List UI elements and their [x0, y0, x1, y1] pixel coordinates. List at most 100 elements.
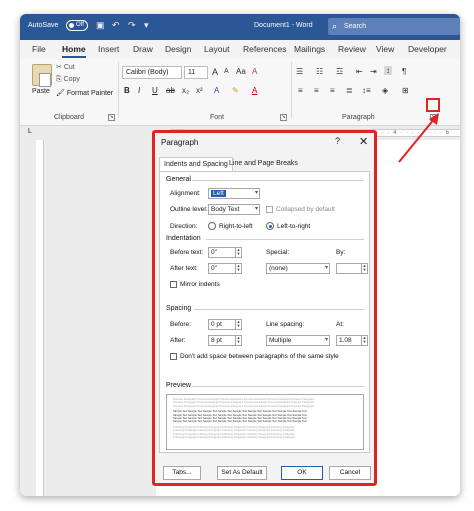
show-formatting-marks-icon[interactable]: ¶ — [402, 67, 406, 76]
customize-quick-access-icon[interactable]: ▾ — [144, 20, 149, 31]
right-to-left-radio[interactable] — [208, 222, 216, 230]
before-text-spinner[interactable]: 0" ▲ ▼ — [208, 247, 242, 258]
font-launcher-icon[interactable]: ↘ — [280, 114, 287, 121]
tab-selector-icon[interactable]: L — [28, 128, 32, 135]
indentation-heading: Indentation — [166, 235, 201, 242]
save-icon[interactable]: ▣ — [96, 20, 105, 31]
tab-home[interactable]: Home — [62, 44, 86, 58]
shrink-font-icon[interactable]: A — [224, 68, 229, 75]
subscript-icon[interactable]: x₂ — [182, 86, 189, 95]
paste-icon[interactable] — [32, 64, 52, 87]
before-text-label: Before text: — [170, 249, 204, 256]
font-color-icon[interactable]: A — [252, 86, 257, 95]
clear-formatting-icon[interactable]: A — [252, 67, 257, 76]
increase-indent-icon[interactable]: ⇥ — [370, 67, 377, 76]
spinner-arrows-icon[interactable]: ▲ ▼ — [235, 320, 241, 329]
format-painter-button[interactable]: 🖌 Format Painter — [56, 89, 113, 97]
tab-line-and-page-breaks[interactable]: Line and Page Breaks — [225, 157, 302, 171]
alignment-select[interactable]: Left ▾ — [208, 188, 260, 199]
chevron-down-icon: ▾ — [324, 337, 328, 343]
copy-button[interactable]: ⎘ Copy — [56, 76, 80, 84]
justify-icon[interactable]: ≣ — [346, 86, 353, 95]
after-text-spinner[interactable]: 0" ▲ ▼ — [208, 263, 242, 274]
chevron-down-icon: ▾ — [254, 206, 258, 212]
redo-icon[interactable]: ↷ — [128, 20, 136, 31]
align-right-icon[interactable]: ≡ — [330, 86, 335, 95]
tab-indents-and-spacing[interactable]: Indents and Spacing — [159, 157, 233, 171]
font-size-select[interactable]: 11 — [184, 66, 208, 79]
tab-design[interactable]: Design — [165, 44, 191, 54]
undo-icon[interactable]: ↶ — [112, 20, 120, 31]
set-as-default-button[interactable]: Set As Default — [217, 466, 267, 480]
ribbon-divider — [291, 62, 292, 118]
search-box[interactable]: ⌕ Search — [328, 18, 460, 35]
dialog-body: General Alignment: Left ▾ Outline level:… — [159, 171, 370, 453]
format-painter-label: Format Painter — [66, 90, 114, 97]
tab-references[interactable]: References — [243, 44, 286, 54]
after-text-label: After text: — [170, 265, 198, 272]
spinner-arrows-icon[interactable]: ▲ ▼ — [235, 336, 241, 345]
autosave-toggle[interactable]: Off — [66, 20, 88, 31]
font-name-select[interactable]: Calibri (Body) — [122, 66, 182, 79]
spacing-after-spinner[interactable]: 8 pt ▲ ▼ — [208, 335, 242, 346]
section-divider — [192, 180, 364, 181]
grow-font-icon[interactable]: A — [212, 67, 218, 77]
help-icon[interactable]: ? — [335, 136, 340, 146]
preview-heading: Preview — [166, 382, 191, 389]
mirror-indents-checkbox[interactable] — [170, 281, 177, 288]
paste-button-label[interactable]: Paste — [32, 88, 50, 95]
ok-button[interactable]: OK — [281, 466, 323, 480]
left-to-right-radio[interactable] — [266, 222, 274, 230]
tab-layout[interactable]: Layout — [204, 44, 230, 54]
text-effects-icon[interactable]: A — [214, 86, 219, 95]
numbering-icon[interactable]: ☷ — [316, 67, 323, 76]
cancel-button[interactable]: Cancel — [329, 466, 371, 480]
right-to-left-label: Right-to-left — [219, 223, 253, 230]
clipboard-launcher-icon[interactable]: ↘ — [108, 114, 115, 121]
cut-button[interactable]: ✂ Cut — [56, 63, 75, 71]
special-indent-select[interactable]: (none) ▾ — [266, 263, 330, 274]
highlight-color-icon[interactable]: ✎ — [232, 86, 239, 95]
collapsed-by-default-checkbox[interactable] — [266, 206, 273, 213]
line-spacing-icon[interactable]: ↕≡ — [362, 86, 371, 95]
tab-insert[interactable]: Insert — [98, 44, 119, 54]
line-spacing-select[interactable]: Multiple ▾ — [266, 335, 330, 346]
strikethrough-icon[interactable]: ab — [166, 86, 175, 95]
tab-file[interactable]: File — [32, 44, 46, 54]
tab-mailings[interactable]: Mailings — [294, 44, 325, 54]
spacing-before-spinner[interactable]: 0 pt ▲ ▼ — [208, 319, 242, 330]
shading-icon[interactable]: ◈ — [382, 86, 388, 95]
decrease-indent-icon[interactable]: ⇤ — [356, 67, 363, 76]
tab-developer[interactable]: Developer — [408, 44, 447, 54]
borders-icon[interactable]: ⊞ — [402, 86, 409, 95]
left-to-right-label: Left-to-right — [277, 223, 311, 230]
at-spinner[interactable]: 1.08 ▲ ▼ — [336, 335, 368, 346]
dont-add-space-checkbox[interactable] — [170, 353, 177, 360]
underline-button[interactable]: U — [152, 86, 158, 95]
align-left-icon[interactable]: ≡ — [298, 86, 303, 95]
spinner-arrows-icon[interactable]: ▲ ▼ — [235, 248, 241, 257]
general-heading: General — [166, 176, 191, 183]
tab-draw[interactable]: Draw — [133, 44, 153, 54]
tab-view[interactable]: View — [376, 44, 394, 54]
outline-level-select[interactable]: Body Text ▾ — [208, 204, 260, 215]
bold-button[interactable]: B — [124, 86, 130, 95]
tabs-button[interactable]: Tabs... — [163, 466, 201, 480]
spinner-arrows-icon[interactable]: ▲ ▼ — [361, 336, 367, 345]
spinner-arrows-icon[interactable]: ▲ ▼ — [361, 264, 367, 273]
change-case-icon[interactable]: Aa — [236, 67, 246, 76]
preview-sample-text: Sample Text Sample Text Sample Text Samp… — [173, 420, 307, 424]
bullets-icon[interactable]: ☰ — [296, 67, 303, 76]
italic-button[interactable]: I — [138, 86, 140, 95]
superscript-icon[interactable]: x² — [196, 86, 203, 95]
close-icon[interactable]: ✕ — [359, 135, 368, 148]
tab-review[interactable]: Review — [338, 44, 366, 54]
font-group-label: Font — [210, 114, 225, 121]
alignment-value: Left — [211, 190, 226, 197]
multilevel-list-icon[interactable]: ☲ — [336, 67, 343, 76]
by-spinner[interactable]: ▲ ▼ — [336, 263, 368, 274]
align-center-icon[interactable]: ≡ — [314, 86, 319, 95]
cut-label: Cut — [63, 64, 75, 71]
sort-icon[interactable]: ↕ — [384, 66, 392, 75]
spinner-arrows-icon[interactable]: ▲ ▼ — [235, 264, 241, 273]
